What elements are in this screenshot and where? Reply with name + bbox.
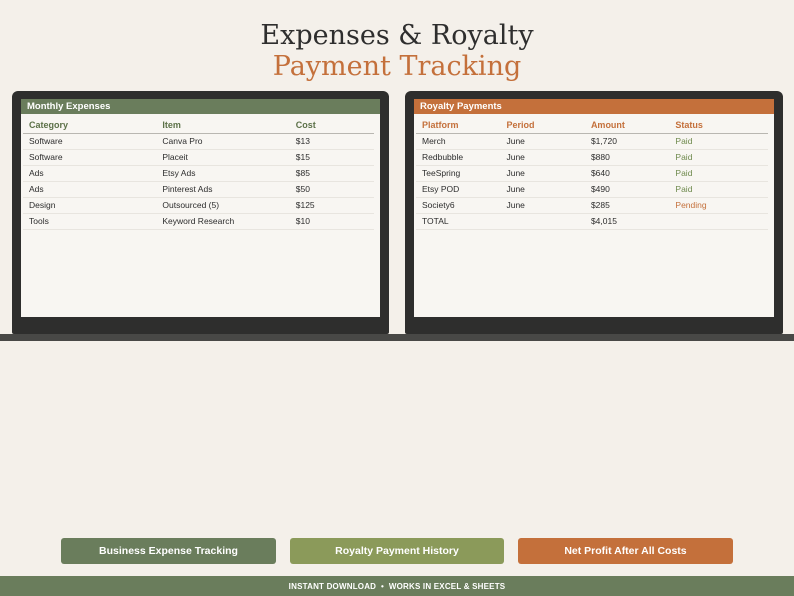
- column-header-category[interactable]: Category: [23, 118, 157, 134]
- column-header-item[interactable]: Item: [156, 118, 290, 134]
- expense-item-cell[interactable]: Canva Pro: [156, 133, 290, 150]
- royalty-row[interactable]: Society6 June $285 Pending: [416, 197, 768, 214]
- expenses-header-row: Category Item Cost: [23, 118, 374, 134]
- royalty-status-cell[interactable]: Paid: [669, 149, 768, 166]
- expense-row[interactable]: Ads Pinterest Ads $50: [23, 181, 374, 198]
- royalty-platform-cell[interactable]: TeeSpring: [416, 165, 501, 182]
- laptop-screen-royalties: Royalty Payments Platform Period Amount …: [405, 91, 783, 334]
- expenses-sheet: Monthly Expenses Category Item Cost Soft…: [21, 99, 380, 317]
- feature-badge-royalty-history: Royalty Payment History: [290, 538, 504, 564]
- expense-row[interactable]: Tools Keyword Research $10: [23, 213, 374, 230]
- expense-cost-cell[interactable]: $15: [289, 149, 374, 166]
- royalty-platform-cell[interactable]: Merch: [416, 133, 501, 150]
- royalty-amount-cell[interactable]: $880: [584, 149, 670, 166]
- expense-category-cell[interactable]: Software: [23, 133, 157, 150]
- expense-item-cell[interactable]: Placeit: [156, 149, 290, 166]
- royalty-total-amount-cell[interactable]: $4,015: [584, 213, 670, 230]
- royalty-amount-cell[interactable]: $1,720: [584, 133, 670, 150]
- column-header-cost[interactable]: Cost: [289, 118, 374, 134]
- expense-item-cell[interactable]: Outsourced (5): [156, 197, 290, 214]
- expense-category-cell[interactable]: Ads: [23, 165, 157, 182]
- royalties-table: Platform Period Amount Status Merch June…: [416, 118, 768, 230]
- footer-banner: INSTANT DOWNLOAD • WORKS IN EXCEL & SHEE…: [0, 576, 794, 596]
- royalty-platform-cell[interactable]: TOTAL: [416, 213, 501, 230]
- expense-cost-cell[interactable]: $85: [289, 165, 374, 182]
- royalty-status-cell[interactable]: Paid: [669, 181, 768, 198]
- royalty-period-cell[interactable]: June: [500, 149, 585, 166]
- expense-category-cell[interactable]: Software: [23, 149, 157, 166]
- royalty-platform-cell[interactable]: Etsy POD: [416, 181, 501, 198]
- column-header-period[interactable]: Period: [500, 118, 585, 134]
- expense-row[interactable]: Design Outsourced (5) $125: [23, 197, 374, 214]
- royalty-platform-cell[interactable]: Redbubble: [416, 149, 501, 166]
- feature-badge-net-profit: Net Profit After All Costs: [518, 538, 733, 564]
- royalty-platform-cell[interactable]: Society6: [416, 197, 501, 214]
- column-header-status[interactable]: Status: [669, 118, 768, 134]
- royalty-period-cell[interactable]: June: [500, 133, 585, 150]
- royalties-sheet: Royalty Payments Platform Period Amount …: [414, 99, 774, 317]
- royalty-total-row[interactable]: TOTAL $4,015: [416, 213, 768, 230]
- expense-row[interactable]: Ads Etsy Ads $85: [23, 165, 374, 182]
- royalty-row[interactable]: TeeSpring June $640 Paid: [416, 165, 768, 182]
- expenses-sheet-title: Monthly Expenses: [21, 99, 380, 114]
- royalty-period-cell[interactable]: June: [500, 197, 585, 214]
- royalty-status-cell[interactable]: Paid: [669, 133, 768, 150]
- expense-cost-cell[interactable]: $125: [289, 197, 374, 214]
- column-header-platform[interactable]: Platform: [416, 118, 501, 134]
- royalty-amount-cell[interactable]: $490: [584, 181, 670, 198]
- royalty-row[interactable]: Merch June $1,720 Paid: [416, 133, 768, 150]
- expenses-table: Category Item Cost Software Canva Pro $1…: [23, 118, 374, 230]
- expense-cost-cell[interactable]: $13: [289, 133, 374, 150]
- royalty-status-cell[interactable]: [669, 213, 768, 230]
- royalty-period-cell[interactable]: June: [500, 181, 585, 198]
- column-header-amount[interactable]: Amount: [584, 118, 670, 134]
- royalty-status-cell[interactable]: Paid: [669, 165, 768, 182]
- royalty-amount-cell[interactable]: $285: [584, 197, 670, 214]
- royalty-status-cell[interactable]: Pending: [669, 197, 768, 214]
- expense-row[interactable]: Software Placeit $15: [23, 149, 374, 166]
- expense-cost-cell[interactable]: $10: [289, 213, 374, 230]
- royalties-sheet-title: Royalty Payments: [414, 99, 774, 114]
- expense-category-cell[interactable]: Ads: [23, 181, 157, 198]
- royalty-amount-cell[interactable]: $640: [584, 165, 670, 182]
- royalty-row[interactable]: Etsy POD June $490 Paid: [416, 181, 768, 198]
- laptop-screen-expenses: Monthly Expenses Category Item Cost Soft…: [12, 91, 389, 334]
- feature-badge-expense-tracking: Business Expense Tracking: [61, 538, 276, 564]
- expense-cost-cell[interactable]: $50: [289, 181, 374, 198]
- footer-text: INSTANT DOWNLOAD • WORKS IN EXCEL & SHEE…: [288, 581, 506, 591]
- royalties-header-row: Platform Period Amount Status: [416, 118, 768, 134]
- expense-category-cell[interactable]: Tools: [23, 213, 157, 230]
- laptop-base: [0, 334, 794, 341]
- page-subtitle: Payment Tracking: [272, 51, 522, 82]
- page-title: Expenses & Royalty: [260, 20, 534, 51]
- expense-item-cell[interactable]: Etsy Ads: [156, 165, 290, 182]
- royalty-row[interactable]: Redbubble June $880 Paid: [416, 149, 768, 166]
- expense-item-cell[interactable]: Keyword Research: [156, 213, 290, 230]
- royalty-period-cell[interactable]: [500, 213, 585, 230]
- expense-category-cell[interactable]: Design: [23, 197, 157, 214]
- expense-row[interactable]: Software Canva Pro $13: [23, 133, 374, 150]
- expense-item-cell[interactable]: Pinterest Ads: [156, 181, 290, 198]
- royalty-period-cell[interactable]: June: [500, 165, 585, 182]
